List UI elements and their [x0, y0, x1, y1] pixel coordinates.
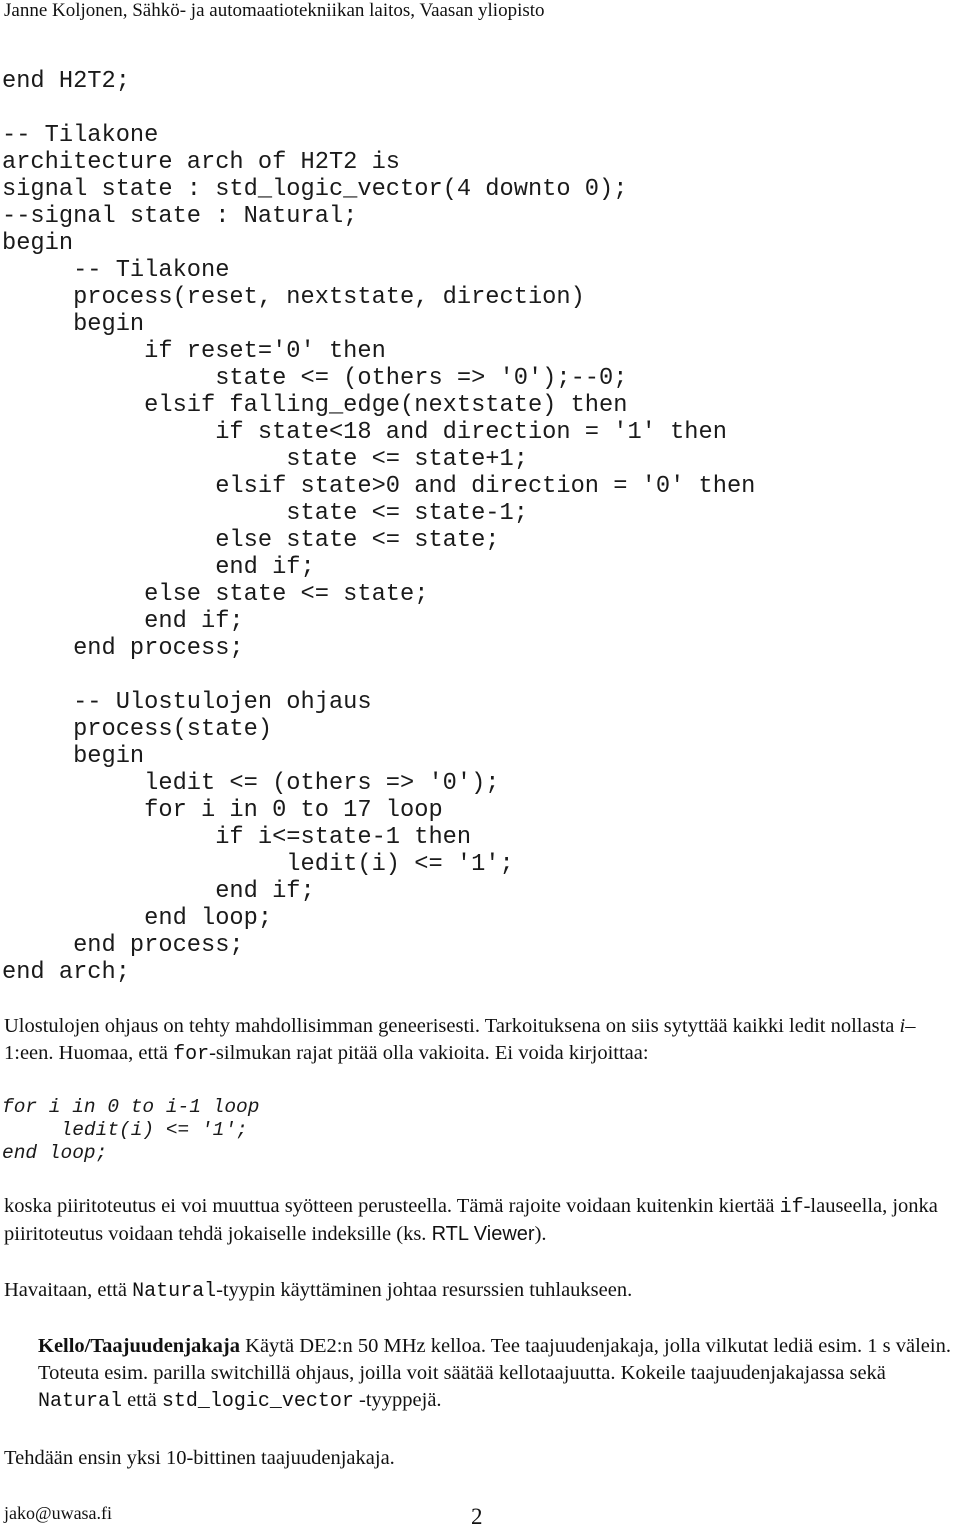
code-line: begin [2, 230, 74, 257]
page-number: 2 [471, 1504, 483, 1529]
paragraph-text: Tehdään ensin yksi 10-bittinen taajuuden… [4, 1447, 395, 1469]
code-line: state <= state+1; [2, 446, 528, 473]
code-line: for i in 0 to 17 loop [2, 797, 443, 824]
code-line: end H2T2; [2, 68, 130, 95]
paragraph-text: ). [534, 1223, 547, 1245]
invalid-code-example: for i in 0 to i-1 loop ledit(i) <= '1'; e… [2, 1096, 259, 1165]
code-line: process(state) [2, 716, 273, 743]
code-line: -- Ulostulojen ohjaus [2, 689, 372, 716]
code-line: if i<=state-1 then [2, 824, 472, 851]
paragraph-text: Ulostulojen ohjaus on tehty mahdollisimm… [4, 1015, 900, 1037]
code-line: end if; [2, 878, 315, 905]
section-text: -tyyppejä. [353, 1389, 442, 1411]
code-line: state <= (others => '0');--0; [2, 365, 628, 392]
inline-code-natural: Natural [38, 1390, 123, 1413]
code-line: begin [2, 311, 145, 338]
paragraph-text: Havaitaan, että [4, 1279, 133, 1301]
code-line: else state <= state; [2, 581, 429, 608]
code-line: signal state : std_logic_vector(4 downto… [2, 176, 628, 203]
code-line: --signal state : Natural; [2, 203, 358, 230]
inline-code-for: for [173, 1043, 210, 1066]
code-line: for i in 0 to i-1 loop [2, 1096, 260, 1118]
code-line: -- Tilakone [2, 122, 159, 149]
inline-code-std-logic-vector: std_logic_vector [161, 1390, 354, 1413]
code-line: else state <= state; [2, 527, 500, 554]
code-line: state <= state-1; [2, 500, 528, 527]
section-title: Kello/Taajuudenjakaja [38, 1335, 241, 1357]
code-line: architecture arch of H2T2 is [2, 149, 401, 176]
vhdl-code-block: end H2T2; -- Tilakone architecture arch of… [2, 68, 755, 986]
inline-code-if: if [779, 1196, 804, 1219]
paragraph-10bit-divider: Tehdään ensin yksi 10-bittinen taajuuden… [4, 1445, 960, 1472]
paragraph-text: koska piiritoteutus ei voi muuttua syött… [4, 1195, 780, 1217]
code-line: end if; [2, 608, 244, 635]
section-text: että [122, 1389, 162, 1411]
code-line: ledit(i) <= '1'; [2, 851, 514, 878]
code-line: end loop; [2, 1142, 108, 1164]
paragraph-generic-output: Ulostulojen ohjaus on tehty mahdollisimm… [4, 1013, 960, 1068]
section-number: 3. [4, 1333, 38, 1360]
code-line: begin [2, 743, 145, 770]
code-line: end process; [2, 635, 244, 662]
section-3: 3.Kello/Taajuudenjakaja Käytä DE2:n 50 M… [4, 1333, 960, 1415]
footer-email: jako@uwasa.fi [4, 1503, 113, 1523]
page-header: Janne Koljonen, Sähkö- ja automaatiotekn… [4, 0, 545, 21]
code-line: end arch; [2, 959, 130, 986]
rtl-viewer-reference: RTL Viewer [431, 1223, 535, 1245]
code-line: -- Tilakone [2, 257, 230, 284]
code-line: ledit(i) <= '1'; [2, 1119, 248, 1141]
code-line: elsif state>0 and direction = '0' then [2, 473, 756, 500]
code-line: end process; [2, 932, 244, 959]
code-line: elsif falling_edge(nextstate) then [2, 392, 628, 419]
code-line: if state<18 and direction = '1' then [2, 419, 727, 446]
code-line: end if; [2, 554, 315, 581]
code-line: ledit <= (others => '0'); [2, 770, 500, 797]
code-line: process(reset, nextstate, direction) [2, 284, 585, 311]
code-line: end loop; [2, 905, 273, 932]
paragraph-natural-type: Havaitaan, että Natural-tyypin käyttämin… [4, 1277, 960, 1305]
paragraph-text: -tyypin käyttäminen johtaa resurssien tu… [216, 1279, 633, 1301]
inline-code-natural: Natural [132, 1280, 217, 1303]
paragraph-text: -silmukan rajat pitää olla vakioita. Ei … [209, 1042, 649, 1064]
code-line: if reset='0' then [2, 338, 386, 365]
paragraph-if-workaround: koska piiritoteutus ei voi muuttua syött… [4, 1193, 960, 1248]
